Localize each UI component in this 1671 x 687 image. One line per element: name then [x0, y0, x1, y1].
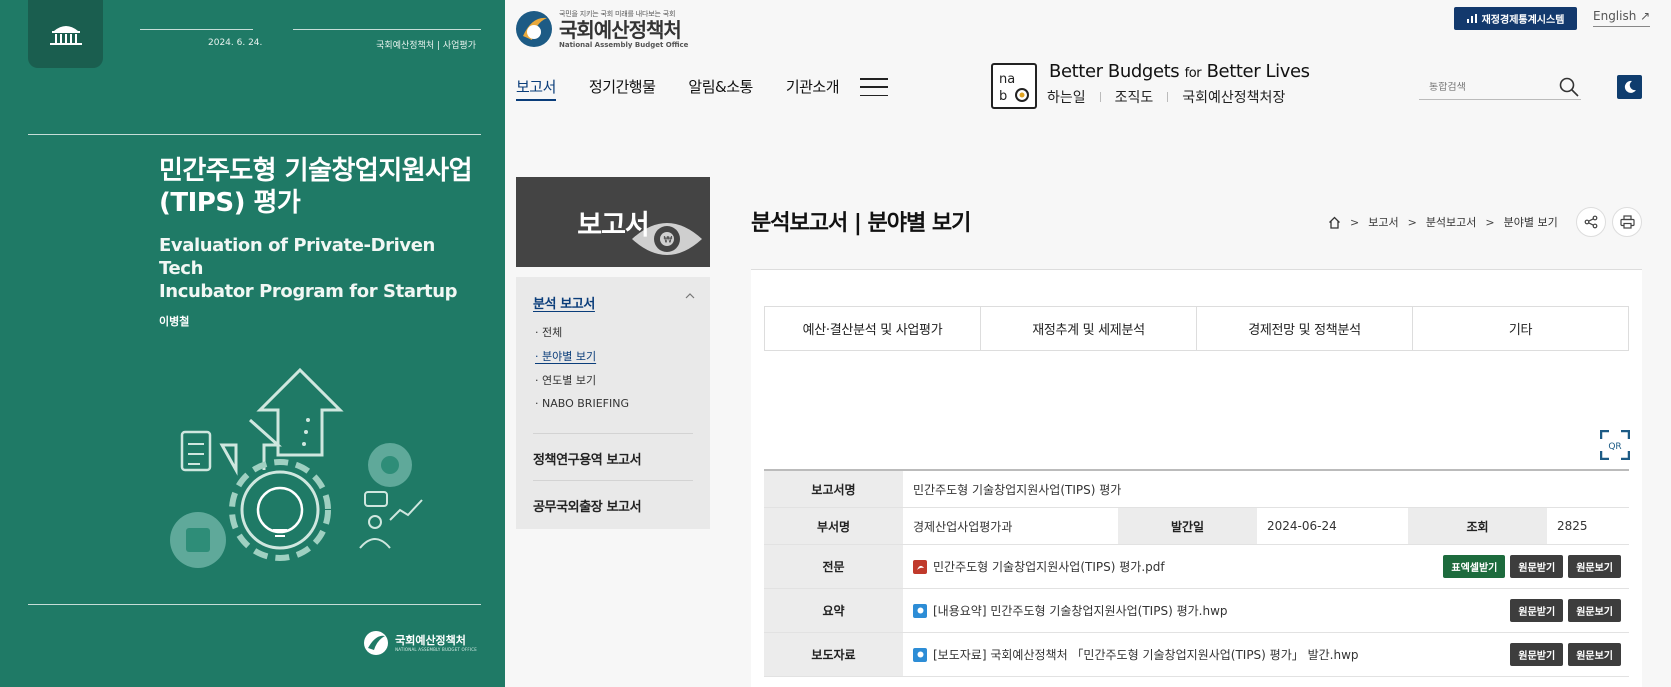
startup-innovation-illustration	[170, 367, 423, 568]
share-button[interactable]	[1576, 207, 1606, 237]
cover-author: 이병철	[159, 315, 190, 328]
report-name: 민간주도형 기술창업지원사업(TIPS) 평가	[913, 482, 1122, 497]
table-row: 부서명 경제산업사업평가과 발간일 2024-06-24 조회 2825	[764, 508, 1629, 545]
publish-date: 2024-06-24	[1267, 519, 1337, 533]
view-button[interactable]: 원문보기	[1568, 555, 1621, 578]
table-row: 보도자료 [보도자료] 국회예산정책처 「민간주도형 기술창업지원사업(TIPS…	[764, 633, 1629, 677]
lnb-item-by-year[interactable]: · 연도별 보기	[535, 372, 596, 388]
cover-rule	[28, 604, 481, 605]
hwp-icon	[913, 603, 927, 618]
svg-text:na: na	[999, 72, 1015, 87]
chevron-right-icon: >	[1485, 215, 1495, 229]
search-icon[interactable]	[1559, 77, 1579, 97]
chevron-right-icon: >	[1350, 215, 1360, 229]
print-button[interactable]	[1612, 207, 1642, 237]
nav-reports[interactable]: 보고서	[516, 76, 556, 101]
english-link[interactable]: English ↗	[1593, 9, 1651, 27]
cover-subtitle: Evaluation of Private-Driven Tech Incuba…	[159, 235, 458, 302]
table-excel-download-button[interactable]: 표엑셀받기	[1443, 555, 1506, 578]
table-row: 보고서명 민간주도형 기술창업지원사업(TIPS) 평가	[764, 471, 1629, 508]
report-info-table: 보고서명 민간주도형 기술창업지원사업(TIPS) 평가 부서명 경제산업사업평…	[764, 469, 1629, 677]
share-icon	[1584, 215, 1598, 229]
cover-rule	[140, 29, 253, 30]
link-chief[interactable]: 국회예산정책처장	[1182, 87, 1285, 107]
breadcrumb-item[interactable]: 분석보고서	[1426, 214, 1477, 230]
lnb-policy-research-reports[interactable]: 정책연구용역 보고서	[533, 449, 642, 468]
search-bar	[1419, 75, 1581, 100]
download-button[interactable]: 원문받기	[1510, 555, 1564, 578]
assembly-building-icon	[49, 26, 82, 45]
home-icon[interactable]	[1328, 216, 1341, 229]
cover-rule	[293, 29, 481, 30]
field-tabs: 예산·결산분석 및 사업평가 재정추계 및 세제분석 경제전망 및 정책분석 기…	[764, 306, 1629, 351]
lnb-overseas-trip-reports[interactable]: 공무국외출장 보고서	[533, 496, 642, 515]
qr-icon[interactable]: QR	[1600, 430, 1630, 460]
search-input[interactable]	[1419, 81, 1549, 93]
link-what-we-do[interactable]: 하는일	[1047, 87, 1086, 107]
svg-text:₩: ₩	[664, 236, 673, 246]
hwp-icon	[913, 647, 927, 662]
stats-system-button[interactable]: 재정경제통계시스템	[1454, 7, 1577, 30]
main-nav: 보고서 정기간행물 알림&소통 기관소개	[516, 76, 840, 101]
breadcrumb-item[interactable]: 보고서	[1368, 214, 1398, 230]
download-button[interactable]: 원문받기	[1510, 643, 1564, 666]
nav-about[interactable]: 기관소개	[786, 76, 840, 101]
cover-rule	[28, 134, 481, 135]
pdf-icon	[913, 559, 927, 574]
lnb-divider	[533, 480, 693, 481]
menu-icon[interactable]	[860, 78, 888, 96]
lnb-divider	[533, 433, 693, 434]
cover-title: 민간주도형 기술창업지원사업 (TIPS) 평가	[159, 156, 473, 218]
tagline: Better Budgets for Better Lives	[1049, 61, 1310, 82]
site-logo[interactable]: 국민을 지키는 국회 미래를 내다보는 국회 국회예산정책처 National …	[515, 9, 688, 49]
table-row: 전문 민간주도형 기술창업지원사업(TIPS) 평가.pdf 표엑셀받기 원문받…	[764, 545, 1629, 589]
printer-icon	[1619, 215, 1635, 229]
table-row: 요약 [내용요약] 민간주도형 기술창업지원사업(TIPS) 평가.hwp 원문…	[764, 589, 1629, 633]
bar-chart-icon	[1466, 14, 1477, 23]
full-text-file[interactable]: 민간주도형 기술창업지원사업(TIPS) 평가.pdf	[913, 558, 1443, 575]
view-button[interactable]: 원문보기	[1568, 599, 1621, 622]
cover-publisher-logo: 국회예산정책처 NATIONAL ASSEMBLY BUDGET OFFICE	[363, 630, 477, 656]
lnb-item-by-field[interactable]: · 분야별 보기	[535, 348, 596, 364]
view-button[interactable]: 원문보기	[1568, 643, 1621, 666]
tab-economic-outlook[interactable]: 경제전망 및 정책분석	[1197, 307, 1413, 350]
summary-file[interactable]: [내용요약] 민간주도형 기술창업지원사업(TIPS) 평가.hwp	[913, 602, 1510, 619]
report-cover: 2024. 6. 24. 국회예산정책처 | 사업평가 민간주도형 기술창업지원…	[0, 0, 505, 687]
brand-english: National Assembly Budget Office	[559, 41, 689, 49]
page-title: 분석보고서 | 분야별 보기	[751, 211, 971, 236]
download-button[interactable]: 원문받기	[1510, 599, 1564, 622]
chevron-up-icon[interactable]	[685, 293, 695, 299]
moon-icon	[1624, 80, 1636, 93]
lnb-item-all[interactable]: · 전체	[535, 324, 562, 340]
brand-name: 국회예산정책처	[559, 18, 682, 42]
lnb-menu: 분석 보고서 · 전체 · 분야별 보기 · 연도별 보기 · NABO BRI…	[516, 277, 710, 529]
breadcrumb: > 보고서 > 분석보고서 > 분야별 보기	[1328, 214, 1558, 230]
nabo-mark-icon: na b	[991, 63, 1037, 109]
press-release-file[interactable]: [보도자료] 국회예산정책처 「민간주도형 기술창업지원사업(TIPS) 평가」…	[913, 646, 1510, 663]
cover-org-tag: 국회예산정책처 | 사업평가	[376, 41, 476, 51]
department: 경제산업사업평가과	[913, 519, 1013, 534]
org-links: 하는일 조직도 국회예산정책처장	[1047, 87, 1285, 107]
tab-fiscal-tax[interactable]: 재정추계 및 세제분석	[981, 307, 1197, 350]
assembly-emblem	[28, 0, 103, 68]
svg-text:b: b	[999, 89, 1007, 104]
view-count: 2825	[1557, 519, 1588, 533]
nabo-logo-icon	[364, 631, 389, 655]
nav-periodicals[interactable]: 정기간행물	[589, 76, 656, 101]
lnb-analysis-reports[interactable]: 분석 보고서	[533, 293, 595, 312]
lnb-header: 보고서 ₩	[516, 177, 710, 267]
tab-budget-analysis[interactable]: 예산·결산분석 및 사업평가	[765, 307, 981, 350]
dark-mode-button[interactable]	[1617, 75, 1642, 99]
link-organization[interactable]: 조직도	[1115, 87, 1154, 107]
lnb-item-briefing[interactable]: · NABO BRIEFING	[535, 397, 629, 410]
cover-date: 2024. 6. 24.	[208, 38, 263, 48]
nabo-logo-icon	[516, 11, 552, 47]
svg-text:QR: QR	[1608, 442, 1621, 452]
tab-etc[interactable]: 기타	[1413, 307, 1628, 350]
nav-news[interactable]: 알림&소통	[688, 76, 753, 101]
chevron-right-icon: >	[1407, 215, 1417, 229]
lnb-title: 보고서	[577, 209, 650, 241]
external-arrow-icon: ↗	[1640, 9, 1651, 23]
breadcrumb-item[interactable]: 분야별 보기	[1504, 214, 1558, 230]
